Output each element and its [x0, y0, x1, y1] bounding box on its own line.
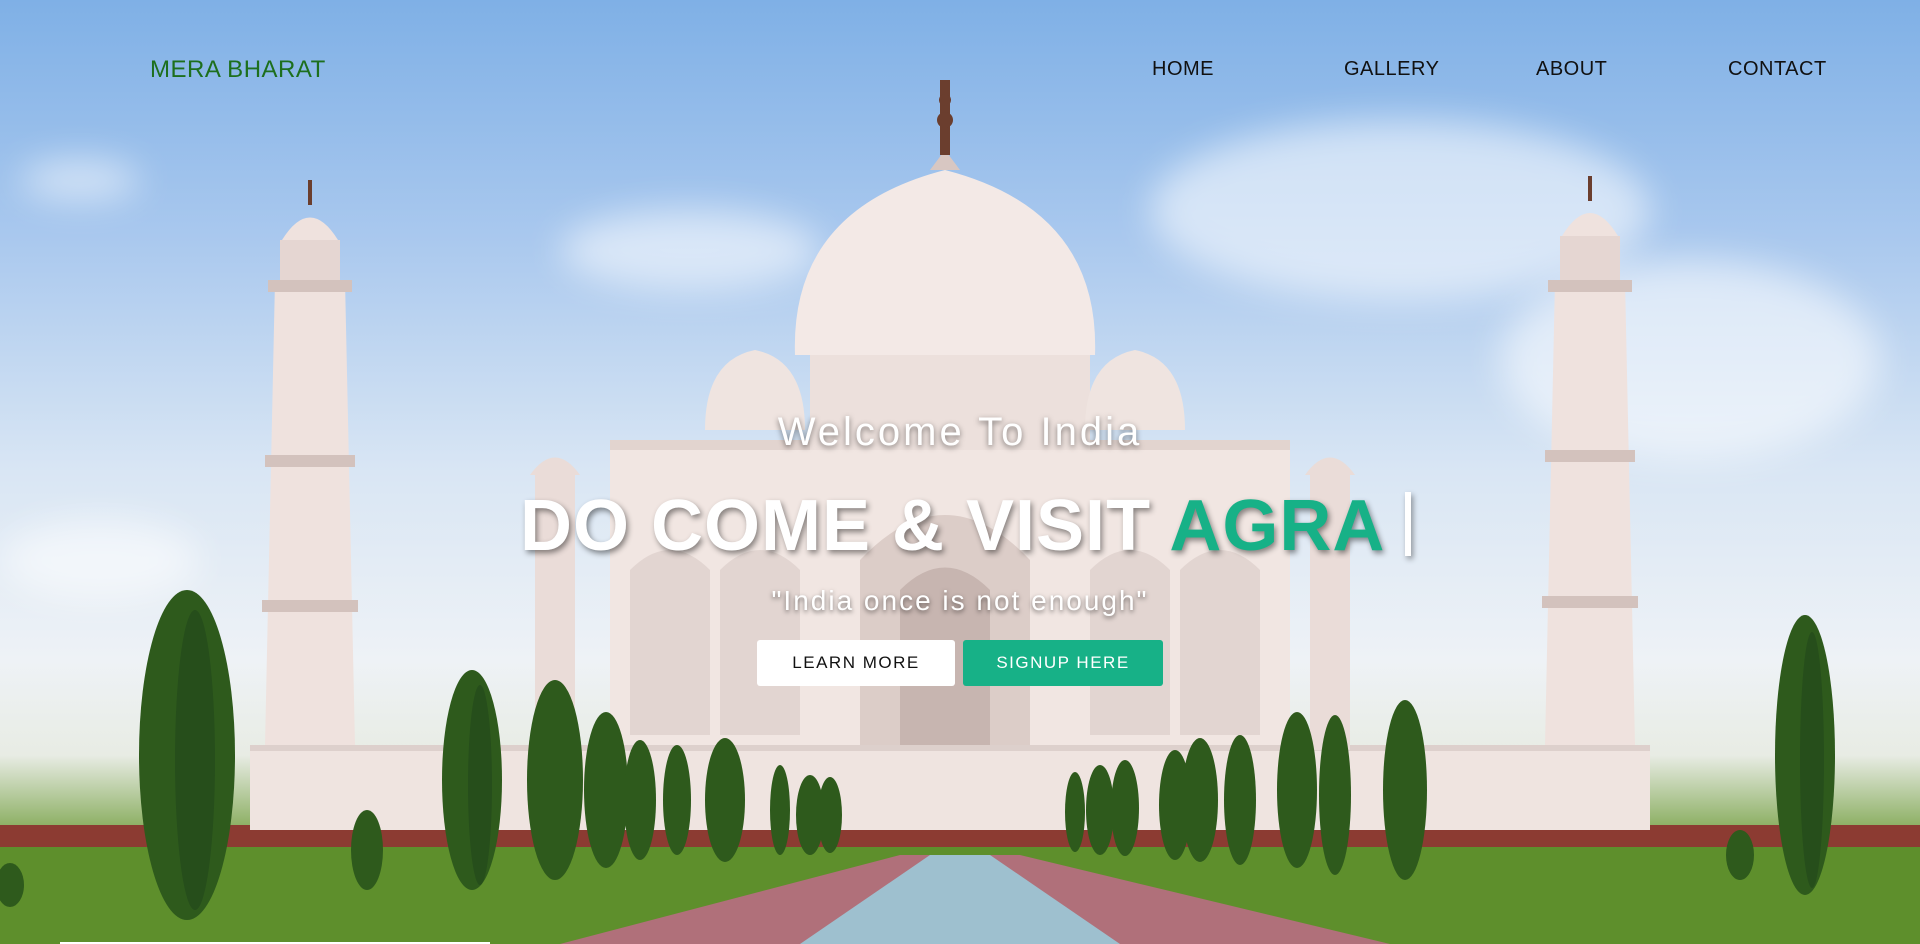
nav-about-link[interactable]: ABOUT [1536, 58, 1607, 81]
typing-cursor [1405, 492, 1412, 556]
nav-home-link[interactable]: HOME [1152, 58, 1214, 81]
hero-section: MERA BHARAT HOME GALLERY ABOUT CONTACT W… [0, 0, 1920, 944]
nav-contact-link[interactable]: CONTACT [1728, 58, 1827, 81]
learn-more-button[interactable]: LEARN MORE [757, 640, 955, 686]
taj-mahal-background-image [0, 80, 1920, 944]
headline-text: DO COME & VISIT [520, 486, 1170, 566]
headline-accent-text: AGRA [1169, 486, 1386, 566]
welcome-heading: Welcome To India [777, 410, 1143, 454]
hero-tagline: "India once is not enough" [771, 585, 1149, 616]
top-navbar: MERA BHARAT HOME GALLERY ABOUT CONTACT [0, 0, 1920, 140]
nav-gallery-link[interactable]: GALLERY [1344, 58, 1439, 81]
signup-button[interactable]: SIGNUP HERE [963, 640, 1163, 686]
brand-logo[interactable]: MERA BHARAT [150, 56, 326, 84]
hero-headline: DO COME & VISIT AGRA [520, 485, 1412, 567]
